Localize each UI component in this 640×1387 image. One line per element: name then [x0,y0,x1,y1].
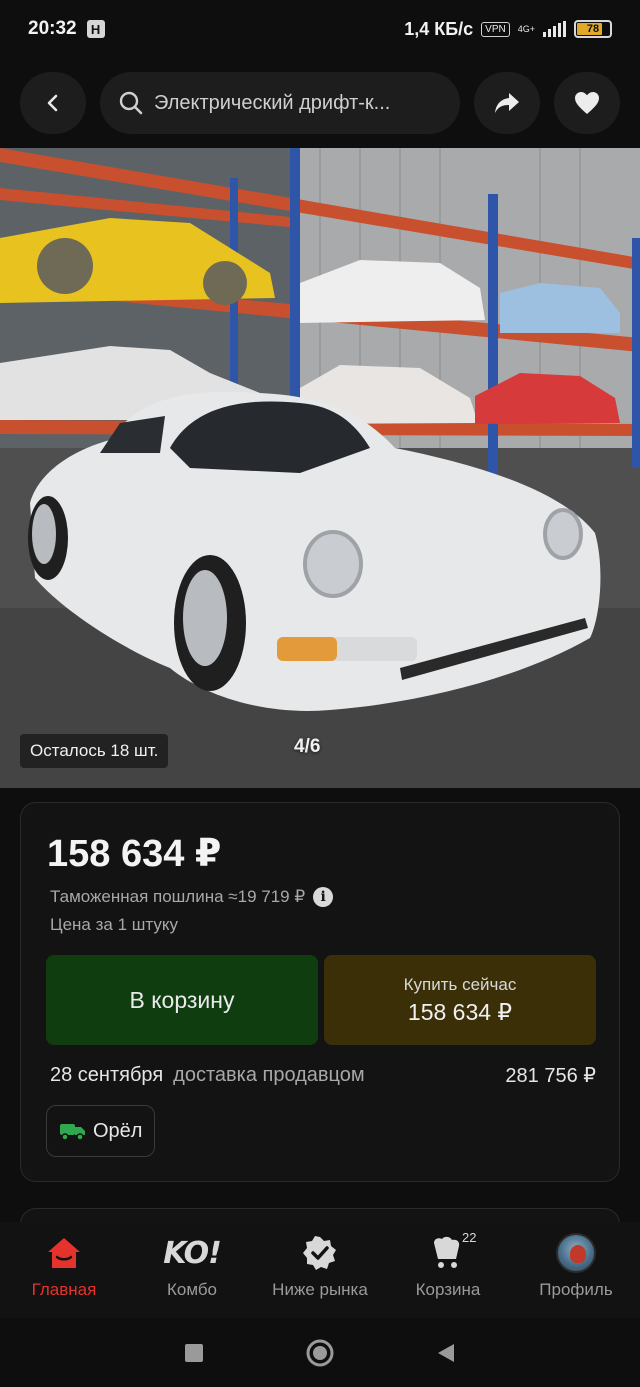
status-time: 20:32 [28,18,77,39]
nav-combo[interactable]: KO! Комбо [128,1222,256,1318]
bottom-nav: Главная KO! Комбо Ниже рынка 22 Корзина … [0,1222,640,1318]
delivery-method: доставка продавцом [173,1064,365,1086]
nav-label-home: Главная [31,1280,97,1299]
buy-now-label: Купить сейчас [403,974,517,994]
network-type: 4G+ [517,23,535,34]
recents-button-icon[interactable] [183,1342,205,1364]
info-icon[interactable]: i [313,887,334,907]
favorite-button[interactable] [554,72,620,134]
battery-icon: 78 [574,20,612,38]
share-button[interactable] [474,72,540,134]
cart-icon [434,1236,460,1268]
search-input[interactable]: Электрический дрифт-к... [100,72,460,134]
status-indicators: 1,4 КБ/с VPN 4G+ 78 [404,19,612,40]
image-page-counter: 4/6 [294,736,321,757]
price-card: 158 634 ₽ Таможенная пошлина ≈19 719 ₽ i… [20,802,620,1182]
battery-level: 78 [586,23,600,35]
home-button-icon[interactable] [305,1338,335,1368]
nav-label-below-market: Ниже рынка [272,1280,368,1299]
status-bar: 20:32 H 1,4 КБ/с VPN 4G+ 78 [0,0,640,58]
unit-price-note: Цена за 1 штуку [50,915,178,934]
search-query: Электрический дрифт-к... [154,91,391,114]
back-button[interactable] [20,72,86,134]
product-photo [0,148,640,788]
top-bar: Электрический дрифт-к... [20,72,620,134]
vpn-icon: VPN [481,21,510,37]
delivery-truck-icon [60,1124,85,1141]
heart-icon [575,92,599,114]
back-button-icon[interactable] [435,1342,457,1364]
buy-now-price: 158 634 ₽ [407,998,513,1025]
nav-profile[interactable]: Профиль [512,1222,640,1318]
add-to-cart-button[interactable]: В корзину [46,955,318,1045]
nav-label-combo: Комбо [166,1280,218,1299]
home-icon [48,1238,80,1268]
customs-duty-text: Таможенная пошлина ≈19 719 ₽ [50,887,306,906]
check-badge-icon [303,1236,336,1270]
city-name: Орёл [93,1119,143,1142]
customs-duty-row: Таможенная пошлина ≈19 719 ₽ i [50,887,334,907]
share-icon [495,93,519,113]
delivery-row[interactable]: 28 сентября доставка продавцом 281 756 ₽ [50,1063,596,1088]
ko-logo: KO! [163,1235,222,1271]
delivery-date: 28 сентября [50,1064,164,1086]
product-image[interactable]: Осталось 18 шт. 4/6 [0,148,640,788]
product-price: 158 634 ₽ [47,833,222,875]
nav-label-cart: Корзина [415,1280,481,1299]
buy-now-button[interactable]: Купить сейчас 158 634 ₽ [324,955,596,1045]
stock-badge: Осталось 18 шт. [20,734,169,768]
delivery-price: 281 756 ₽ [505,1065,596,1087]
nav-home[interactable]: Главная [0,1222,128,1318]
cart-count-badge: 22 [462,1230,477,1245]
nav-below-market[interactable]: Ниже рынка [256,1222,384,1318]
notification-icon: H [86,20,105,38]
avatar [556,1233,596,1273]
signal-icon [543,21,566,37]
back-arrow-icon [47,94,58,112]
system-nav-bar [0,1318,640,1387]
nav-label-profile: Профиль [539,1280,613,1299]
city-selector[interactable]: Орёл [46,1105,156,1157]
nav-cart[interactable]: 22 Корзина [384,1222,512,1318]
network-speed: 1,4 КБ/с [404,18,474,39]
search-icon [119,91,143,115]
